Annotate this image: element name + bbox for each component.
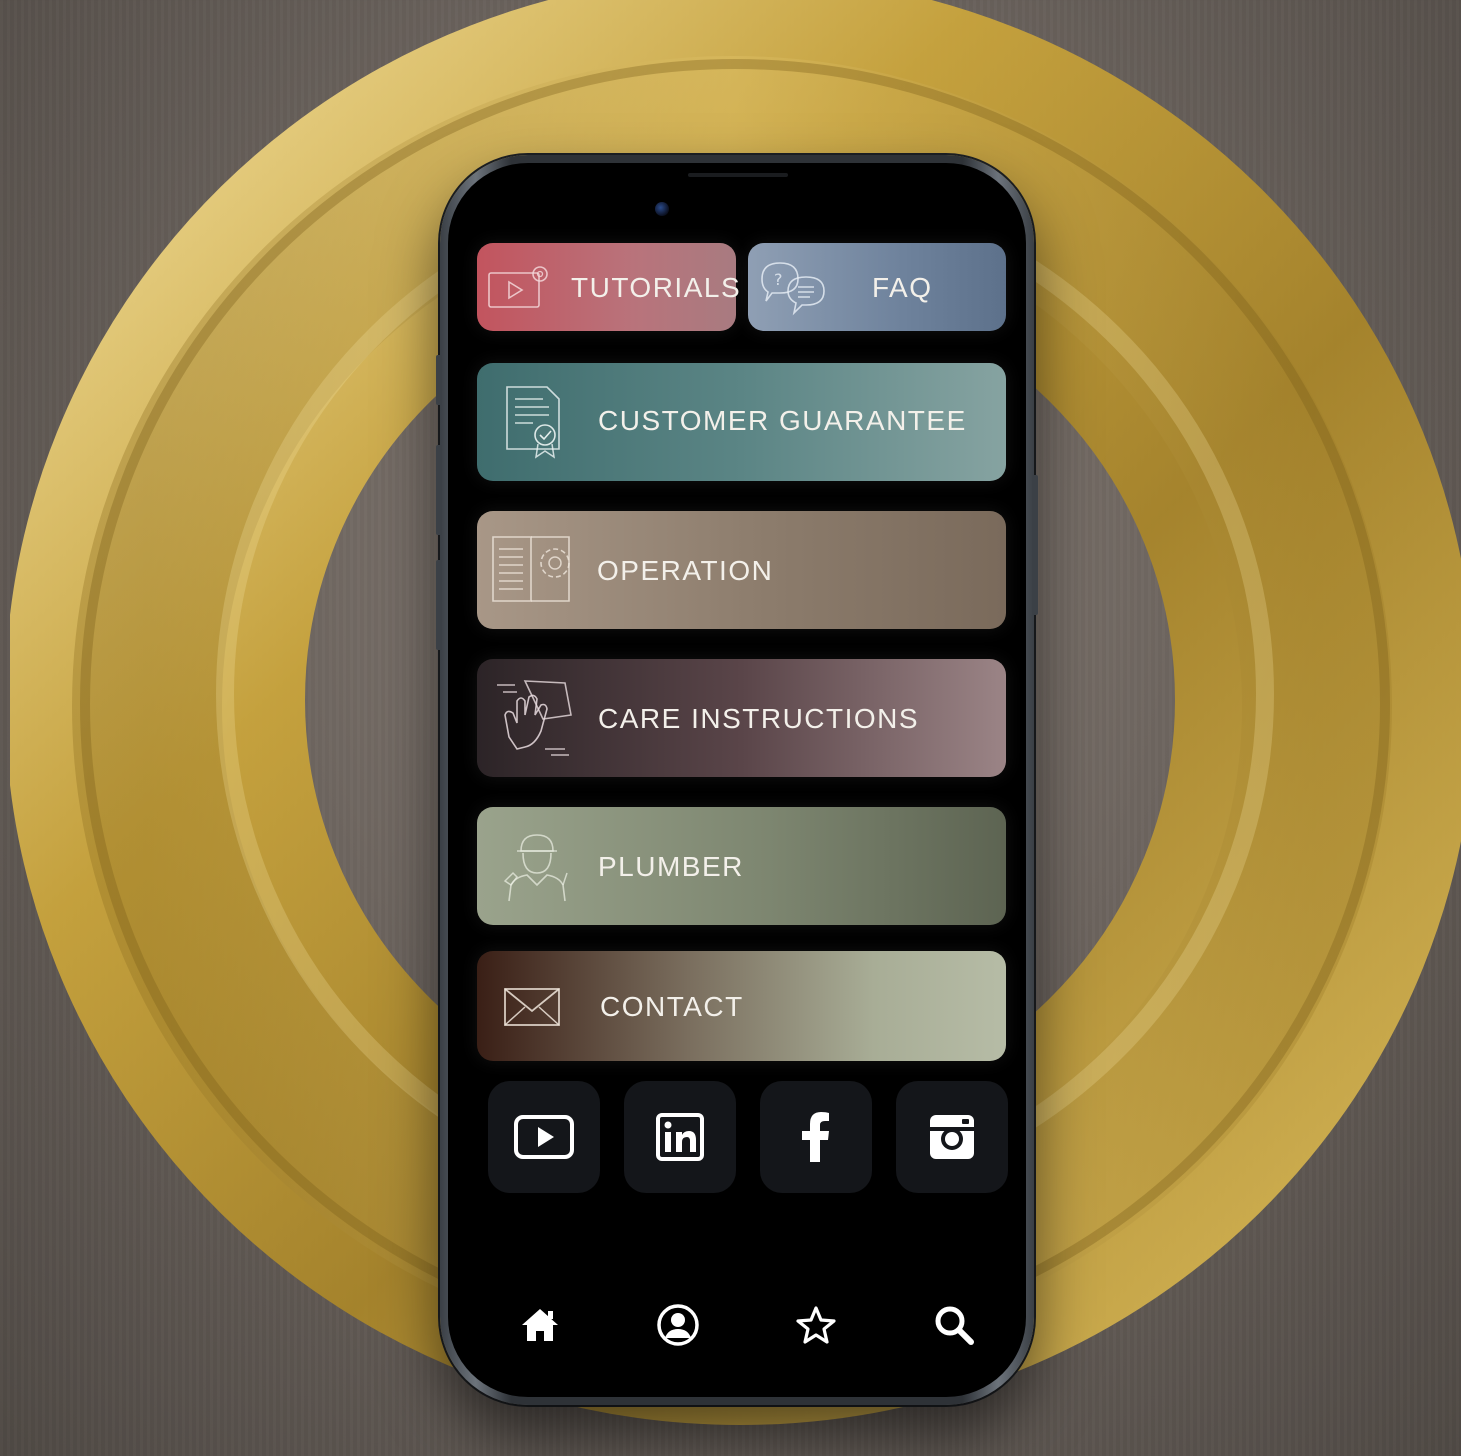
plumber-label: PLUMBER bbox=[598, 851, 744, 882]
search-icon bbox=[935, 1306, 974, 1345]
faq-button[interactable]: ? FAQ bbox=[748, 243, 1006, 331]
nav-home-button[interactable] bbox=[518, 1303, 562, 1347]
profile-icon bbox=[657, 1304, 699, 1346]
operation-label: OPERATION bbox=[597, 555, 774, 586]
tutorials-button[interactable]: TUTORIALS bbox=[477, 243, 740, 331]
front-camera bbox=[655, 202, 669, 216]
facebook-button[interactable] bbox=[760, 1081, 872, 1193]
mute-switch bbox=[436, 355, 442, 405]
plumber-button[interactable]: PLUMBER bbox=[477, 807, 1006, 925]
envelope-icon bbox=[504, 988, 560, 1026]
operation-button[interactable]: OPERATION bbox=[477, 511, 1006, 629]
care-instructions-label: CARE INSTRUCTIONS bbox=[598, 703, 920, 734]
linkedin-icon bbox=[656, 1113, 704, 1161]
care-instructions-button[interactable]: CARE INSTRUCTIONS bbox=[477, 659, 1006, 777]
nav-favorites-button[interactable] bbox=[794, 1303, 838, 1347]
hand-cleaning-icon bbox=[497, 680, 572, 756]
nav-search-button[interactable] bbox=[932, 1303, 976, 1347]
power-button bbox=[1032, 475, 1038, 615]
volume-down-button bbox=[436, 560, 442, 650]
certificate-icon bbox=[506, 386, 560, 459]
customer-guarantee-button[interactable]: CUSTOMER GUARANTEE bbox=[477, 363, 1006, 481]
tutorials-label: TUTORIALS bbox=[571, 272, 742, 303]
instagram-button[interactable] bbox=[896, 1081, 1008, 1193]
contact-button[interactable]: CONTACT bbox=[477, 951, 1006, 1061]
chat-bubbles-question-icon: ? bbox=[761, 262, 825, 316]
svg-text:?: ? bbox=[774, 270, 784, 289]
video-settings-icon bbox=[488, 266, 548, 308]
instagram-icon bbox=[930, 1115, 974, 1159]
volume-up-button bbox=[436, 445, 442, 535]
phone-screen: TUTORIALS ? FAQ CUSTOMER GUARANTEE OPERA… bbox=[448, 163, 1026, 1397]
youtube-icon bbox=[514, 1115, 574, 1159]
speaker-grille bbox=[688, 173, 788, 177]
facebook-icon bbox=[802, 1112, 829, 1162]
favorites-star-icon bbox=[796, 1306, 836, 1344]
customer-guarantee-label: CUSTOMER GUARANTEE bbox=[598, 405, 967, 436]
home-icon bbox=[522, 1309, 558, 1341]
phone-mockup: TUTORIALS ? FAQ CUSTOMER GUARANTEE OPERA… bbox=[436, 155, 1038, 1405]
contact-label: CONTACT bbox=[600, 991, 744, 1022]
linkedin-button[interactable] bbox=[624, 1081, 736, 1193]
nav-profile-button[interactable] bbox=[656, 1303, 700, 1347]
plumber-worker-icon bbox=[503, 834, 568, 902]
manual-settings-icon bbox=[492, 536, 570, 602]
faq-label: FAQ bbox=[872, 272, 933, 303]
youtube-button[interactable] bbox=[488, 1081, 600, 1193]
